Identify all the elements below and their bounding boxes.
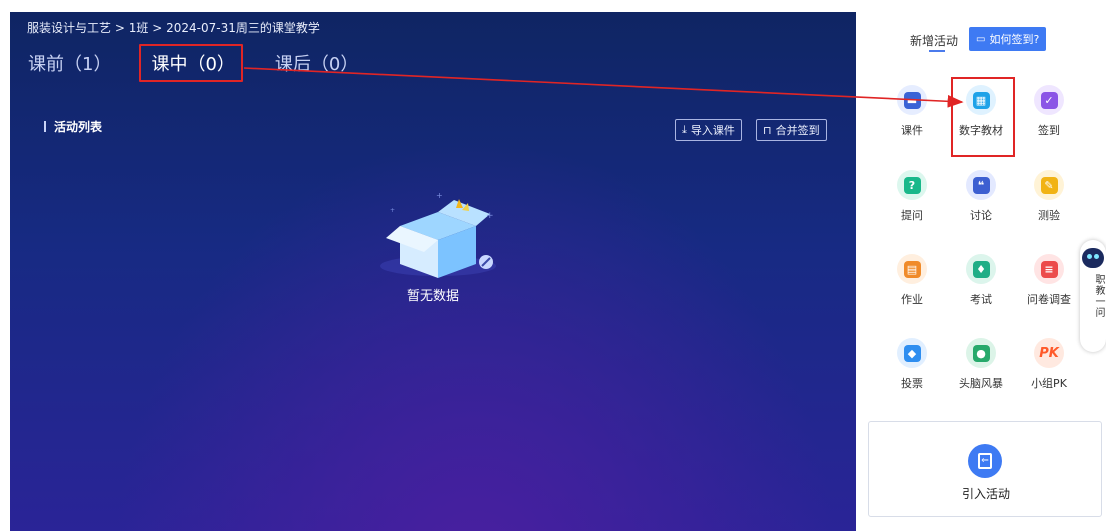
activity-label: 课件: [901, 124, 923, 137]
activity-survey[interactable]: ≡ 问卷调查: [1019, 254, 1079, 307]
how-to-checkin-label: 如何签到?: [989, 33, 1040, 46]
activity-glyph: ●: [972, 344, 990, 362]
activity-glyph: ▬: [903, 91, 921, 109]
activity-glyph: ◆: [903, 344, 921, 362]
activity-question[interactable]: ? 提问: [882, 170, 942, 223]
ai-assistant-label: 职教一问: [1093, 274, 1104, 318]
activity-digital-textbook[interactable]: ▦ 数字教材: [951, 77, 1015, 157]
activity-discussion[interactable]: ❝ 讨论: [951, 170, 1011, 223]
activity-vote[interactable]: ◆ 投票: [882, 338, 942, 391]
empty-state-text: 暂无数据: [406, 289, 459, 304]
empty-box-icon: + + +: [380, 191, 496, 278]
section-title: 活动列表: [44, 118, 102, 135]
how-to-checkin-button[interactable]: ▭ 如何签到?: [969, 27, 1047, 51]
import-courseware-label: 导入课件: [690, 124, 735, 137]
import-courseware-button[interactable]: ⤓ 导入课件: [675, 119, 742, 141]
import-activity-label: 引入活动: [961, 487, 1010, 501]
main-panel: 服装设计与工艺 > 1班 > 2024-07-31周三的课堂教学 课前（1） 课…: [10, 12, 856, 531]
activity-label: 讨论: [970, 209, 992, 222]
homework-icon: ▤: [897, 254, 927, 284]
activity-glyph: ▦: [972, 91, 990, 109]
activity-glyph: PK: [1039, 345, 1059, 361]
active-tab-indicator: [929, 50, 945, 52]
activity-glyph: ❝: [972, 176, 990, 194]
discussion-icon: ❝: [966, 170, 996, 200]
activity-glyph: ✎: [1040, 176, 1058, 194]
activity-label: 数字教材: [959, 124, 1003, 137]
tab-before-class[interactable]: 课前（1）: [28, 50, 111, 76]
digital-textbook-icon: ▦: [966, 85, 996, 115]
activity-quiz[interactable]: ✎ 测验: [1019, 170, 1079, 223]
activity-label: 投票: [901, 377, 923, 390]
phase-tabs: 课前（1） 课中（0） 课后（0）: [28, 44, 358, 82]
new-activity-tab[interactable]: 新增活动: [910, 32, 958, 49]
activity-courseware[interactable]: ▬ 课件: [882, 85, 942, 138]
breadcrumb-separator: >: [152, 21, 163, 35]
video-icon: ▭: [976, 33, 986, 45]
breadcrumb-class[interactable]: 1班: [129, 21, 149, 35]
activity-checkin[interactable]: ✓ 签到: [1019, 85, 1079, 138]
activity-label: 头脑风暴: [959, 377, 1003, 390]
activity-exam[interactable]: ♦ 考试: [951, 254, 1011, 307]
survey-icon: ≡: [1034, 254, 1064, 284]
merge-icon: ⊓: [763, 123, 772, 137]
activity-label: 考试: [970, 293, 992, 306]
question-icon: ?: [897, 170, 927, 200]
checkin-icon: ✓: [1034, 85, 1064, 115]
robot-icon: [1082, 248, 1104, 268]
import-activity-button[interactable]: ⇐ 引入活动: [868, 421, 1102, 517]
activity-glyph: ≡: [1040, 260, 1058, 278]
quiz-icon: ✎: [1034, 170, 1064, 200]
svg-text:+: +: [486, 211, 494, 221]
activity-glyph: ?: [903, 176, 921, 194]
breadcrumb: 服装设计与工艺 > 1班 > 2024-07-31周三的课堂教学: [27, 19, 320, 36]
svg-text:+: +: [436, 191, 443, 200]
activity-glyph: ✓: [1040, 91, 1058, 109]
activity-label: 签到: [1038, 124, 1060, 137]
exam-icon: ♦: [966, 254, 996, 284]
activity-label: 小组PK: [1031, 377, 1067, 390]
activity-group-pk[interactable]: PK 小组PK: [1019, 338, 1079, 391]
breadcrumb-session: 2024-07-31周三的课堂教学: [166, 21, 320, 35]
ai-assistant-button[interactable]: 职教一问: [1080, 240, 1106, 352]
tab-during-class[interactable]: 课中（0）: [139, 44, 244, 82]
brainstorm-icon: ●: [966, 338, 996, 368]
svg-text:+: +: [390, 207, 395, 214]
breadcrumb-course[interactable]: 服装设计与工艺: [27, 21, 111, 35]
merge-checkin-label: 合并签到: [775, 124, 820, 137]
activity-glyph: ♦: [972, 260, 990, 278]
group-pk-icon: PK: [1034, 338, 1064, 368]
activity-label: 作业: [901, 293, 923, 306]
breadcrumb-separator: >: [114, 21, 125, 35]
download-icon: ⤓: [682, 123, 687, 136]
activity-brainstorm[interactable]: ● 头脑风暴: [951, 338, 1011, 391]
activity-label: 提问: [901, 209, 923, 222]
tab-after-class[interactable]: 课后（0）: [275, 50, 358, 76]
activity-glyph: ▤: [903, 260, 921, 278]
courseware-icon: ▬: [897, 85, 927, 115]
import-activity-icon: ⇐: [968, 444, 1002, 478]
vote-icon: ◆: [897, 338, 927, 368]
merge-checkin-button[interactable]: ⊓ 合并签到: [756, 119, 827, 141]
activity-label: 问卷调查: [1027, 293, 1071, 306]
activity-homework[interactable]: ▤ 作业: [882, 254, 942, 307]
activity-label: 测验: [1038, 209, 1060, 222]
